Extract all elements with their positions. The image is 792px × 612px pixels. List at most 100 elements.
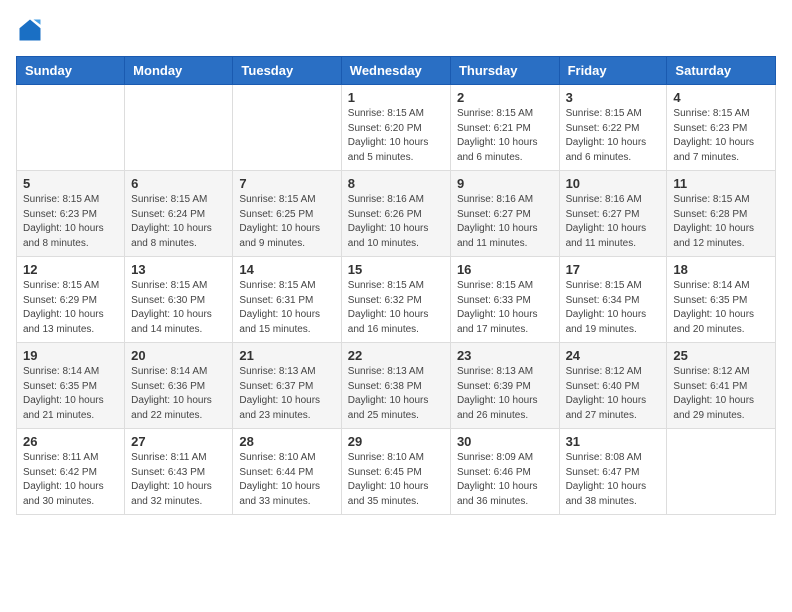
- day-info: Sunrise: 8:15 AM Sunset: 6:21 PM Dayligh…: [457, 107, 553, 165]
- day-number: 17: [566, 262, 661, 277]
- day-number: 27: [131, 434, 226, 449]
- day-cell: 24 Sunrise: 8:12 AM Sunset: 6:40 PM Dayli…: [559, 343, 667, 429]
- day-info: Sunrise: 8:16 AM Sunset: 6:26 PM Dayligh…: [348, 193, 444, 251]
- day-info: Sunrise: 8:11 AM Sunset: 6:43 PM Dayligh…: [131, 451, 226, 509]
- day-cell: [125, 85, 233, 171]
- day-info: Sunrise: 8:09 AM Sunset: 6:46 PM Dayligh…: [457, 451, 553, 509]
- day-cell: [17, 85, 125, 171]
- day-cell: 27 Sunrise: 8:11 AM Sunset: 6:43 PM Dayli…: [125, 429, 233, 515]
- day-number: 18: [673, 262, 769, 277]
- day-cell: 17 Sunrise: 8:15 AM Sunset: 6:34 PM Dayli…: [559, 257, 667, 343]
- day-number: 8: [348, 176, 444, 191]
- day-number: 14: [239, 262, 334, 277]
- day-cell: 22 Sunrise: 8:13 AM Sunset: 6:38 PM Dayli…: [341, 343, 450, 429]
- day-cell: 16 Sunrise: 8:15 AM Sunset: 6:33 PM Dayli…: [450, 257, 559, 343]
- day-cell: 19 Sunrise: 8:14 AM Sunset: 6:35 PM Dayli…: [17, 343, 125, 429]
- calendar-table: SundayMondayTuesdayWednesdayThursdayFrid…: [16, 56, 776, 515]
- day-number: 16: [457, 262, 553, 277]
- day-cell: [233, 85, 341, 171]
- day-cell: 26 Sunrise: 8:11 AM Sunset: 6:42 PM Dayli…: [17, 429, 125, 515]
- day-number: 12: [23, 262, 118, 277]
- day-info: Sunrise: 8:15 AM Sunset: 6:22 PM Dayligh…: [566, 107, 661, 165]
- day-cell: [667, 429, 776, 515]
- day-cell: 2 Sunrise: 8:15 AM Sunset: 6:21 PM Daylig…: [450, 85, 559, 171]
- day-info: Sunrise: 8:15 AM Sunset: 6:25 PM Dayligh…: [239, 193, 334, 251]
- day-info: Sunrise: 8:15 AM Sunset: 6:31 PM Dayligh…: [239, 279, 334, 337]
- day-info: Sunrise: 8:16 AM Sunset: 6:27 PM Dayligh…: [566, 193, 661, 251]
- day-number: 4: [673, 90, 769, 105]
- day-info: Sunrise: 8:15 AM Sunset: 6:34 PM Dayligh…: [566, 279, 661, 337]
- day-number: 23: [457, 348, 553, 363]
- day-cell: 30 Sunrise: 8:09 AM Sunset: 6:46 PM Dayli…: [450, 429, 559, 515]
- day-number: 13: [131, 262, 226, 277]
- day-number: 31: [566, 434, 661, 449]
- day-info: Sunrise: 8:13 AM Sunset: 6:39 PM Dayligh…: [457, 365, 553, 423]
- day-info: Sunrise: 8:16 AM Sunset: 6:27 PM Dayligh…: [457, 193, 553, 251]
- day-info: Sunrise: 8:15 AM Sunset: 6:28 PM Dayligh…: [673, 193, 769, 251]
- day-info: Sunrise: 8:15 AM Sunset: 6:29 PM Dayligh…: [23, 279, 118, 337]
- day-cell: 7 Sunrise: 8:15 AM Sunset: 6:25 PM Daylig…: [233, 171, 341, 257]
- day-cell: 9Sunrise: 8:16 AM Sunset: 6:27 PM Daylig…: [450, 171, 559, 257]
- day-info: Sunrise: 8:12 AM Sunset: 6:40 PM Dayligh…: [566, 365, 661, 423]
- day-cell: 3 Sunrise: 8:15 AM Sunset: 6:22 PM Daylig…: [559, 85, 667, 171]
- day-number: 26: [23, 434, 118, 449]
- day-cell: 28Sunrise: 8:10 AM Sunset: 6:44 PM Dayli…: [233, 429, 341, 515]
- day-cell: 29Sunrise: 8:10 AM Sunset: 6:45 PM Dayli…: [341, 429, 450, 515]
- week-row-1: 1 Sunrise: 8:15 AM Sunset: 6:20 PM Daylig…: [17, 85, 776, 171]
- day-number: 22: [348, 348, 444, 363]
- week-row-4: 19 Sunrise: 8:14 AM Sunset: 6:35 PM Dayli…: [17, 343, 776, 429]
- day-info: Sunrise: 8:13 AM Sunset: 6:38 PM Dayligh…: [348, 365, 444, 423]
- day-info: Sunrise: 8:10 AM Sunset: 6:44 PM Dayligh…: [239, 451, 334, 509]
- day-number: 24: [566, 348, 661, 363]
- day-cell: 8 Sunrise: 8:16 AM Sunset: 6:26 PM Daylig…: [341, 171, 450, 257]
- day-number: 2: [457, 90, 553, 105]
- header-wednesday: Wednesday: [341, 57, 450, 85]
- week-row-3: 12 Sunrise: 8:15 AM Sunset: 6:29 PM Dayli…: [17, 257, 776, 343]
- day-number: 25: [673, 348, 769, 363]
- day-cell: 23 Sunrise: 8:13 AM Sunset: 6:39 PM Dayli…: [450, 343, 559, 429]
- day-info: Sunrise: 8:14 AM Sunset: 6:36 PM Dayligh…: [131, 365, 226, 423]
- day-info: Sunrise: 8:12 AM Sunset: 6:41 PM Dayligh…: [673, 365, 769, 423]
- day-number: 1: [348, 90, 444, 105]
- day-number: 11: [673, 176, 769, 191]
- week-row-5: 26 Sunrise: 8:11 AM Sunset: 6:42 PM Dayli…: [17, 429, 776, 515]
- day-cell: 15Sunrise: 8:15 AM Sunset: 6:32 PM Dayli…: [341, 257, 450, 343]
- day-number: 21: [239, 348, 334, 363]
- day-info: Sunrise: 8:15 AM Sunset: 6:24 PM Dayligh…: [131, 193, 226, 251]
- day-info: Sunrise: 8:15 AM Sunset: 6:30 PM Dayligh…: [131, 279, 226, 337]
- day-cell: 18 Sunrise: 8:14 AM Sunset: 6:35 PM Dayli…: [667, 257, 776, 343]
- day-number: 5: [23, 176, 118, 191]
- day-number: 6: [131, 176, 226, 191]
- day-cell: 13 Sunrise: 8:15 AM Sunset: 6:30 PM Dayli…: [125, 257, 233, 343]
- day-cell: 25 Sunrise: 8:12 AM Sunset: 6:41 PM Dayli…: [667, 343, 776, 429]
- day-info: Sunrise: 8:15 AM Sunset: 6:23 PM Dayligh…: [23, 193, 118, 251]
- day-info: Sunrise: 8:14 AM Sunset: 6:35 PM Dayligh…: [673, 279, 769, 337]
- day-number: 30: [457, 434, 553, 449]
- header-friday: Friday: [559, 57, 667, 85]
- day-number: 29: [348, 434, 444, 449]
- header-saturday: Saturday: [667, 57, 776, 85]
- day-cell: 10Sunrise: 8:16 AM Sunset: 6:27 PM Dayli…: [559, 171, 667, 257]
- logo-icon: [16, 16, 44, 44]
- day-info: Sunrise: 8:15 AM Sunset: 6:33 PM Dayligh…: [457, 279, 553, 337]
- day-info: Sunrise: 8:11 AM Sunset: 6:42 PM Dayligh…: [23, 451, 118, 509]
- day-info: Sunrise: 8:13 AM Sunset: 6:37 PM Dayligh…: [239, 365, 334, 423]
- day-number: 20: [131, 348, 226, 363]
- day-number: 3: [566, 90, 661, 105]
- day-number: 7: [239, 176, 334, 191]
- header-sunday: Sunday: [17, 57, 125, 85]
- day-info: Sunrise: 8:15 AM Sunset: 6:23 PM Dayligh…: [673, 107, 769, 165]
- day-info: Sunrise: 8:15 AM Sunset: 6:20 PM Dayligh…: [348, 107, 444, 165]
- day-number: 15: [348, 262, 444, 277]
- day-cell: 12 Sunrise: 8:15 AM Sunset: 6:29 PM Dayli…: [17, 257, 125, 343]
- day-cell: 5 Sunrise: 8:15 AM Sunset: 6:23 PM Daylig…: [17, 171, 125, 257]
- day-number: 19: [23, 348, 118, 363]
- header-tuesday: Tuesday: [233, 57, 341, 85]
- day-info: Sunrise: 8:08 AM Sunset: 6:47 PM Dayligh…: [566, 451, 661, 509]
- header-monday: Monday: [125, 57, 233, 85]
- day-cell: 20 Sunrise: 8:14 AM Sunset: 6:36 PM Dayli…: [125, 343, 233, 429]
- day-info: Sunrise: 8:14 AM Sunset: 6:35 PM Dayligh…: [23, 365, 118, 423]
- header-thursday: Thursday: [450, 57, 559, 85]
- day-cell: 21 Sunrise: 8:13 AM Sunset: 6:37 PM Dayli…: [233, 343, 341, 429]
- page-header: [16, 16, 776, 44]
